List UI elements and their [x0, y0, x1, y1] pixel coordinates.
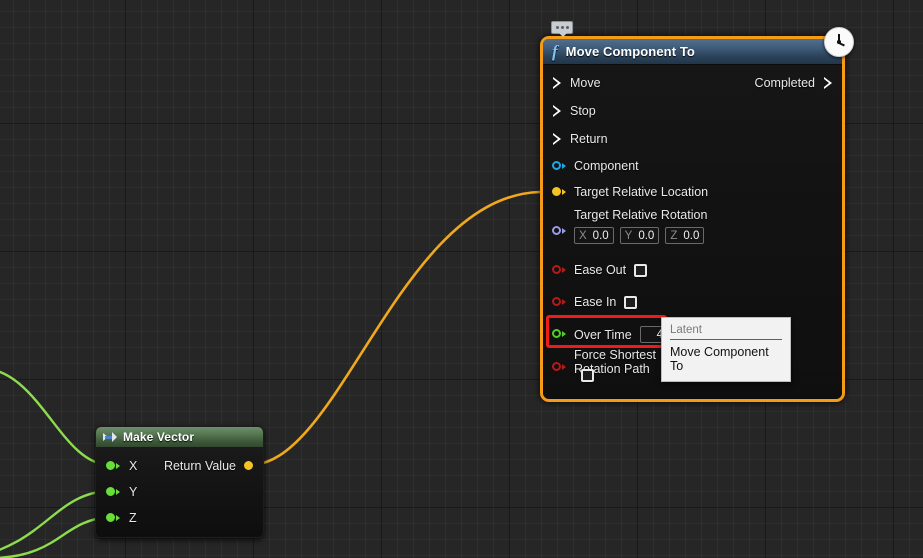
- pin-row-target-relative-rotation: Target Relative Rotation X 0.0 Y 0.0 Z 0…: [574, 208, 707, 244]
- rotation-axis-x-label: X: [579, 229, 587, 242]
- pin-row-return-value[interactable]: Return Value: [164, 459, 255, 473]
- data-pin-force-shortest-wrap[interactable]: [552, 362, 567, 373]
- node-title-make-vector: Make Vector: [123, 430, 195, 444]
- data-pin-over-time-icon[interactable]: [552, 329, 567, 340]
- pin-row-completed[interactable]: Completed: [755, 76, 832, 90]
- pin-row-stop[interactable]: Stop: [552, 104, 596, 118]
- node-header-make-vector: Make Vector: [96, 427, 263, 447]
- pin-row-ease-out[interactable]: Ease Out: [552, 263, 648, 277]
- rotation-value-z: 0.0: [683, 229, 700, 242]
- comment-bubble-tail: [559, 33, 567, 37]
- comment-bubble-icon[interactable]: [551, 21, 573, 37]
- pin-row-return[interactable]: Return: [552, 132, 608, 146]
- rotation-field-y[interactable]: Y 0.0: [619, 227, 660, 244]
- latent-clock-icon: [824, 27, 854, 57]
- pin-label-move: Move: [570, 76, 601, 90]
- rotation-field-group[interactable]: X 0.0 Y 0.0 Z 0.0: [574, 227, 707, 244]
- tooltip-title: Move Component To: [670, 345, 769, 373]
- pin-label-ease-in: Ease In: [574, 295, 617, 309]
- tooltip-category: Latent: [670, 324, 782, 340]
- data-pin-ease-in-icon[interactable]: [552, 296, 567, 308]
- wire-input-y: [0, 489, 111, 551]
- pin-label-target-relative-rotation: Target Relative Rotation: [574, 208, 708, 222]
- pin-row-component[interactable]: Component: [552, 159, 639, 173]
- function-f-icon: f: [552, 42, 558, 61]
- pin-label-x: X: [129, 459, 138, 473]
- data-pin-target-relative-rotation-icon[interactable]: [552, 226, 567, 237]
- pin-row-z[interactable]: Z: [106, 511, 137, 525]
- exec-pin-stop-icon[interactable]: [552, 105, 561, 117]
- data-pin-return-value-icon[interactable]: [244, 460, 255, 472]
- pin-label-return: Return: [570, 132, 608, 146]
- pin-label-z: Z: [129, 511, 137, 525]
- data-pin-ease-out-icon[interactable]: [552, 264, 567, 276]
- tooltip: Latent Move Component To: [661, 317, 791, 382]
- node-header-move-component-to: f Move Component To: [543, 39, 842, 65]
- rotation-value-x: 0.0: [592, 229, 609, 242]
- checkbox-ease-out[interactable]: [634, 263, 648, 277]
- rotation-axis-y-label: Y: [624, 229, 633, 242]
- rotation-axis-z-label: Z: [670, 229, 678, 242]
- rotation-field-z[interactable]: Z 0.0: [665, 227, 705, 244]
- clock-pivot: [837, 40, 841, 44]
- node-body-make-vector: X Return Value Y Z: [96, 447, 263, 537]
- pin-row-over-time[interactable]: Over Time 4.0: [552, 326, 678, 343]
- wire-input-z: [0, 515, 111, 558]
- wire-input-x: [0, 370, 111, 467]
- comment-dot-2: [560, 26, 564, 29]
- node-make-vector[interactable]: Make Vector X Return Value Y Z: [95, 426, 264, 538]
- pin-row-target-relative-location[interactable]: Target Relative Location: [552, 185, 708, 199]
- comment-dot-1: [555, 26, 559, 29]
- pin-label-return-value: Return Value: [163, 459, 236, 473]
- data-pin-target-relative-location-icon[interactable]: [552, 186, 567, 198]
- exec-pin-completed-icon[interactable]: [823, 77, 832, 89]
- pin-label-y: Y: [129, 485, 138, 499]
- compact-node-icon: [103, 431, 117, 443]
- rotation-field-x[interactable]: X 0.0: [574, 227, 614, 244]
- exec-pin-move-icon[interactable]: [552, 77, 561, 89]
- data-pin-force-shortest-rotation-path-icon[interactable]: [552, 362, 567, 373]
- comment-dot-3: [565, 26, 569, 29]
- data-pin-z-icon[interactable]: [106, 512, 121, 524]
- pin-label-completed: Completed: [754, 76, 815, 90]
- pin-row-x[interactable]: X: [106, 459, 137, 473]
- pin-label-target-relative-location: Target Relative Location: [574, 185, 709, 199]
- data-pin-y-icon[interactable]: [106, 486, 121, 498]
- pin-row-ease-in[interactable]: Ease In: [552, 295, 638, 309]
- pin-label-component: Component: [574, 159, 639, 173]
- node-title-move-component-to: Move Component To: [565, 44, 695, 59]
- data-pin-component-icon[interactable]: [552, 160, 567, 172]
- exec-pin-return-icon[interactable]: [552, 133, 561, 145]
- blueprint-graph-canvas[interactable]: f Move Component To Move Completed Stop …: [0, 0, 923, 558]
- checkbox-ease-in[interactable]: [624, 295, 638, 309]
- rotation-value-y: 0.0: [638, 229, 655, 242]
- wire-returnvalue-to-targetlocation: [249, 190, 541, 467]
- pin-label-ease-out: Ease Out: [574, 263, 627, 277]
- pin-label-over-time: Over Time: [574, 327, 632, 342]
- checkbox-force-shortest-rotation-path[interactable]: [581, 369, 594, 382]
- pin-row-move[interactable]: Move: [552, 76, 601, 90]
- pin-row-y[interactable]: Y: [106, 485, 137, 499]
- pin-label-stop: Stop: [570, 104, 596, 118]
- data-pin-target-relative-rotation-wrap[interactable]: [552, 226, 567, 237]
- data-pin-x-icon[interactable]: [106, 460, 121, 472]
